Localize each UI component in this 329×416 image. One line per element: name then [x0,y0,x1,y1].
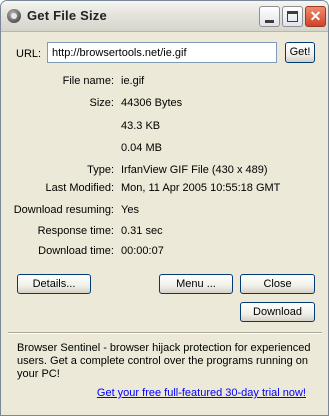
divider [8,332,322,334]
size-label: Size: [89,97,114,109]
response-time-value: 0.31 sec [121,225,163,237]
close-icon: ✕ [309,8,322,24]
download-time-value: 00:00:07 [121,245,164,257]
minimize-button[interactable] [259,6,280,27]
menu-button[interactable]: Menu ... [159,274,233,294]
type-label: Type: [87,164,114,176]
size-kb-value: 43.3 KB [121,120,161,132]
url-label: URL: [16,48,42,60]
last-modified-label: Last Modified: [45,182,114,194]
url-input[interactable] [47,42,277,63]
app-icon [7,9,21,23]
minimize-icon [265,20,274,23]
maximize-icon [287,11,298,22]
file-name-value: ie.gif [121,75,145,87]
details-button[interactable]: Details... [17,274,91,294]
type-value: IrfanView GIF File (430 x 489) [121,164,268,176]
size-bytes-value: 44306 Bytes [121,97,183,109]
download-button[interactable]: Download [240,302,315,322]
trial-link[interactable]: Get your free full-featured 30-day trial… [97,387,306,399]
get-file-size-window: Get File Size ✕ URL: Get! File name: ie.… [0,0,329,416]
get-button[interactable]: Get! [285,42,315,63]
size-mb-value: 0.04 MB [121,142,162,154]
download-resuming-label: Download resuming: [13,204,114,216]
close-button[interactable]: Close [240,274,315,294]
download-resuming-value: Yes [121,204,139,216]
download-time-label: Download time: [38,245,114,257]
close-window-button[interactable]: ✕ [305,6,326,27]
maximize-button[interactable] [282,6,303,27]
title-bar[interactable]: Get File Size ✕ [1,1,328,32]
file-name-label: File name: [62,75,114,87]
last-modified-value: Mon, 11 Apr 2005 10:55:18 GMT [121,182,281,194]
ad-text: Browser Sentinel - browser hijack protec… [17,342,311,380]
response-time-label: Response time: [37,225,114,237]
window-title: Get File Size [27,8,107,23]
